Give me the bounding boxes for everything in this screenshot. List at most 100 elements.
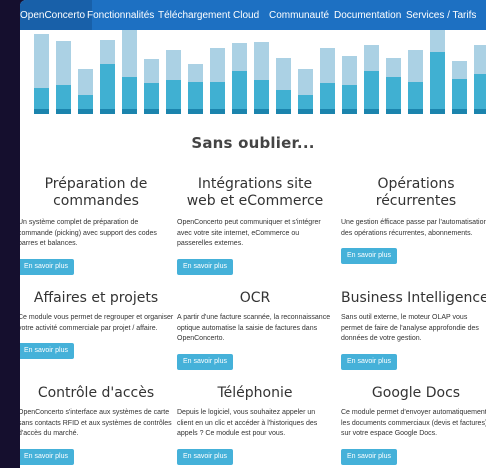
hero-bar-mid-segment xyxy=(474,74,486,109)
en-savoir-plus-button[interactable]: En savoir plus xyxy=(341,248,397,264)
nav-item-fonctionnalites[interactable]: Fonctionnalités xyxy=(87,0,154,30)
hero-bar-light-segment xyxy=(144,59,159,83)
card-text: Depuis le logiciel, vous souhaitez appel… xyxy=(177,409,318,437)
card-text: Un système complet de préparation de com… xyxy=(20,219,157,247)
en-savoir-plus-button[interactable]: En savoir plus xyxy=(341,448,397,465)
feature-card-telephonie: Téléphonie Depuis le logiciel, vous souh… xyxy=(177,385,333,465)
hero-bar-mid-segment xyxy=(122,77,137,109)
nav-item-services-tarifs[interactable]: Services / Tarifs xyxy=(406,0,476,30)
feature-card-google-docs: Google Docs Ce module permet d'envoyer a… xyxy=(341,385,486,465)
en-savoir-plus-button[interactable]: En savoir plus xyxy=(177,448,233,465)
card-text: OpenConcerto s'interface aux systèmes de… xyxy=(20,409,172,437)
hero-bar-light-segment xyxy=(100,40,115,64)
hero-bar-mid-segment xyxy=(364,71,379,109)
hero-bar-light-segment xyxy=(166,50,181,80)
hero-bar-mid-segment xyxy=(408,82,423,109)
hero-bar-dark-segment xyxy=(430,109,445,114)
hero-bar-light-segment xyxy=(298,69,313,95)
en-savoir-plus-button[interactable]: En savoir plus xyxy=(177,258,233,275)
nav-item-documentation[interactable]: Documentation xyxy=(334,0,401,30)
card-text: OpenConcerto peut communiquer et s'intég… xyxy=(177,219,321,247)
hero-bar-dark-segment xyxy=(298,109,313,114)
feature-card-integrations: Intégrations site web et eCommerce OpenC… xyxy=(177,176,333,275)
hero-bar-light-segment xyxy=(210,48,225,82)
hero-bar-light-segment xyxy=(276,58,291,90)
nav-item-cloud[interactable]: Cloud xyxy=(233,0,259,30)
hero-bar-dark-segment xyxy=(232,109,247,114)
feature-card-affaires: Affaires et projets Ce module vous perme… xyxy=(20,290,174,359)
hero-bar-mid-segment xyxy=(232,71,247,109)
hero-bar-mid-segment xyxy=(188,82,203,109)
nav-item-openconcerto[interactable]: OpenConcerto xyxy=(20,0,93,30)
card-title: Contrôle d'accès xyxy=(37,385,155,401)
hero-bar-dark-segment xyxy=(144,109,159,114)
top-navigation: OpenConcerto Fonctionnalités Téléchargem… xyxy=(20,0,486,30)
card-text: Une gestion éfficace passe par l'automat… xyxy=(341,219,486,237)
hero-bar-light-segment xyxy=(122,13,137,77)
hero-bar-light-segment xyxy=(342,56,357,85)
hero-bar-light-segment xyxy=(232,43,247,71)
hero-bar-dark-segment xyxy=(452,109,467,114)
hero-bar-dark-segment xyxy=(276,109,291,114)
hero-bar-dark-segment xyxy=(166,109,181,114)
hero-bar-dark-segment xyxy=(56,109,71,114)
card-text: A partir d'une facture scannée, la recon… xyxy=(177,314,331,342)
hero-banner xyxy=(20,13,486,114)
hero-bar-light-segment xyxy=(364,45,379,71)
feature-card-preparation: Préparation de commandes Un système comp… xyxy=(20,176,174,275)
hero-bar-dark-segment xyxy=(342,109,357,114)
feature-card-controle-acces: Contrôle d'accès OpenConcerto s'interfac… xyxy=(20,385,174,465)
en-savoir-plus-button[interactable]: En savoir plus xyxy=(341,353,397,370)
en-savoir-plus-button[interactable]: En savoir plus xyxy=(177,353,233,370)
card-title: Intégrations site web et eCommerce xyxy=(186,176,324,209)
hero-bar-light-segment xyxy=(56,41,71,85)
hero-bar-light-segment xyxy=(408,50,423,82)
hero-bar-mid-segment xyxy=(254,80,269,109)
hero-bar-dark-segment xyxy=(210,109,225,114)
feature-card-operations: Opérations récurrentes Une gestion éffic… xyxy=(341,176,486,264)
hero-bar-mid-segment xyxy=(100,64,115,109)
hero-bar-dark-segment xyxy=(188,109,203,114)
hero-bar-light-segment xyxy=(430,28,445,52)
card-title: Téléphonie xyxy=(217,385,293,401)
hero-bar-light-segment xyxy=(188,64,203,82)
hero-bar-dark-segment xyxy=(34,109,49,114)
hero-bar-light-segment xyxy=(78,69,93,95)
hero-bar-mid-segment xyxy=(342,85,357,109)
hero-bar-dark-segment xyxy=(78,109,93,114)
card-title: Affaires et projets xyxy=(33,290,159,306)
hero-bar-mid-segment xyxy=(430,52,445,109)
hero-bar-mid-segment xyxy=(78,95,93,109)
hero-bar-mid-segment xyxy=(34,88,49,109)
hero-bar-mid-segment xyxy=(56,85,71,109)
card-title: Google Docs xyxy=(371,385,461,401)
nav-item-telechargement[interactable]: Téléchargement xyxy=(158,0,230,30)
hero-bar-light-segment xyxy=(254,42,269,80)
browser-viewport: OpenConcerto Fonctionnalités Téléchargem… xyxy=(20,0,486,468)
hero-bar-light-segment xyxy=(474,45,486,74)
card-text: Ce module vous permet de regrouper et or… xyxy=(20,314,174,332)
hero-bar-dark-segment xyxy=(364,109,379,114)
card-text: Sans outil externe, le moteur OLAP vous … xyxy=(341,314,479,342)
card-title: Préparation de commandes xyxy=(44,176,148,209)
hero-bar-mid-segment xyxy=(320,83,335,109)
hero-bar-mid-segment xyxy=(276,90,291,109)
en-savoir-plus-button[interactable]: En savoir plus xyxy=(20,258,74,275)
hero-bar-dark-segment xyxy=(122,109,137,114)
hero-bar-light-segment xyxy=(34,34,49,88)
section-heading: Sans oublier... xyxy=(191,134,315,152)
hero-bar-mid-segment xyxy=(452,79,467,109)
decorative-bar-chart xyxy=(34,13,486,114)
hero-bar-mid-segment xyxy=(210,82,225,109)
feature-card-ocr: OCR A partir d'une facture scannée, la r… xyxy=(177,290,333,370)
nav-item-communaute[interactable]: Communauté xyxy=(269,0,329,30)
hero-bar-light-segment xyxy=(386,58,401,77)
card-title: Business Intelligence xyxy=(341,290,486,306)
hero-bar-mid-segment xyxy=(166,80,181,109)
en-savoir-plus-button[interactable]: En savoir plus xyxy=(20,343,74,359)
card-text: Ce module permet d'envoyer automatiqueme… xyxy=(341,409,486,437)
en-savoir-plus-button[interactable]: En savoir plus xyxy=(20,448,74,465)
hero-bar-mid-segment xyxy=(298,95,313,109)
hero-bar-light-segment xyxy=(320,48,335,83)
card-title: OCR xyxy=(239,290,271,306)
